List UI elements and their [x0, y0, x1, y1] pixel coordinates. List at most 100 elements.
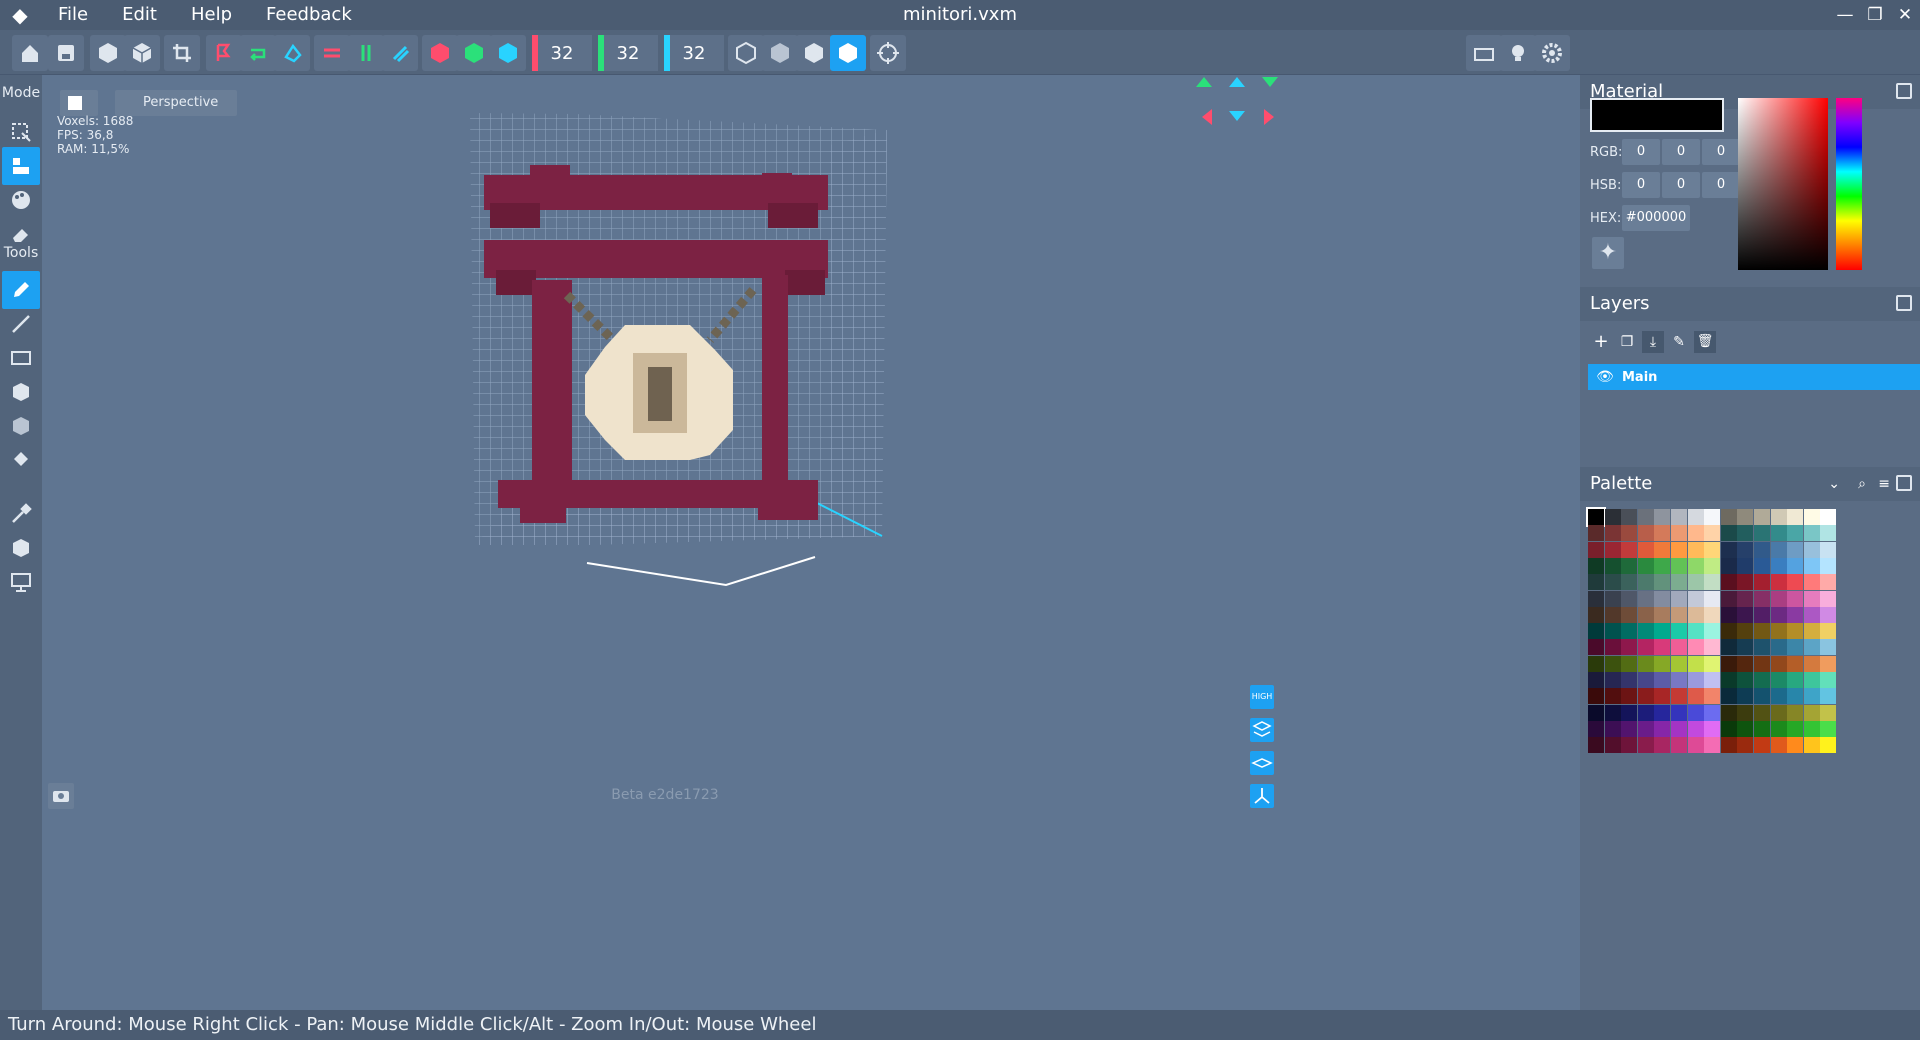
- palette-swatch[interactable]: [1671, 590, 1687, 607]
- palette-swatch[interactable]: [1704, 688, 1721, 705]
- palette-swatch[interactable]: [1704, 623, 1721, 640]
- popout-icon[interactable]: [1896, 295, 1912, 311]
- palette-swatch[interactable]: [1787, 574, 1804, 591]
- export-button[interactable]: [124, 35, 160, 71]
- tool-line-button[interactable]: [2, 305, 40, 343]
- render-solid-button[interactable]: [830, 35, 866, 71]
- axis-y-button[interactable]: [456, 35, 492, 71]
- import-button[interactable]: [90, 35, 126, 71]
- palette-swatch[interactable]: [1770, 590, 1787, 607]
- palette-swatch[interactable]: [1671, 525, 1687, 542]
- palette-swatch[interactable]: [1654, 720, 1671, 737]
- maximize-icon[interactable]: ❐: [1860, 0, 1890, 30]
- palette-swatch[interactable]: [1671, 639, 1687, 656]
- palette-swatch[interactable]: [1604, 672, 1621, 688]
- floor-toggle-button[interactable]: [1250, 751, 1274, 775]
- palette-swatch[interactable]: [1737, 541, 1754, 558]
- palette-swatch[interactable]: [1704, 606, 1721, 623]
- palette-swatch[interactable]: [1787, 623, 1804, 640]
- hue-slider[interactable]: [1836, 98, 1862, 270]
- palette-swatch[interactable]: [1820, 509, 1837, 525]
- close-icon[interactable]: ✕: [1890, 0, 1920, 30]
- palette-swatch[interactable]: [1754, 737, 1770, 754]
- palette-swatch[interactable]: [1687, 574, 1704, 591]
- palette-swatch[interactable]: [1588, 720, 1604, 737]
- settings-button[interactable]: [1534, 35, 1570, 71]
- palette-swatch[interactable]: [1604, 590, 1621, 607]
- palette-swatch[interactable]: [1737, 720, 1754, 737]
- palette-swatch[interactable]: [1820, 639, 1837, 656]
- palette-swatch[interactable]: [1770, 606, 1787, 623]
- palette-swatch[interactable]: [1621, 720, 1638, 737]
- palette-swatch[interactable]: [1720, 606, 1737, 623]
- mirror-button[interactable]: [206, 35, 242, 71]
- palette-swatch[interactable]: [1604, 704, 1621, 721]
- palette-swatch[interactable]: [1820, 720, 1837, 737]
- palette-swatch[interactable]: [1720, 720, 1737, 737]
- palette-swatch[interactable]: [1588, 541, 1604, 558]
- render-wire-button[interactable]: [728, 35, 764, 71]
- palette-swatch[interactable]: [1588, 606, 1604, 623]
- palette-swatch[interactable]: [1770, 704, 1787, 721]
- palette-swatch[interactable]: [1687, 557, 1704, 574]
- palette-swatch[interactable]: [1671, 557, 1687, 574]
- palette-swatch[interactable]: [1737, 704, 1754, 721]
- palette-swatch[interactable]: [1770, 688, 1787, 705]
- palette-swatch[interactable]: [1687, 688, 1704, 705]
- palette-swatch[interactable]: [1820, 655, 1837, 672]
- palette-swatch[interactable]: [1588, 557, 1604, 574]
- menu-edit[interactable]: Edit: [104, 0, 173, 30]
- tool-box-button[interactable]: [2, 373, 40, 411]
- palette-swatch[interactable]: [1621, 704, 1638, 721]
- palette-swatch[interactable]: [1770, 720, 1787, 737]
- palette-swatch[interactable]: [1588, 672, 1604, 688]
- grid-toggle-button[interactable]: [1250, 718, 1274, 742]
- palette-swatch[interactable]: [1588, 639, 1604, 656]
- rgb-g-input[interactable]: 0: [1662, 139, 1700, 165]
- palette-swatch[interactable]: [1654, 737, 1671, 754]
- palette-swatch[interactable]: [1704, 525, 1721, 542]
- palette-swatch[interactable]: [1654, 704, 1671, 721]
- palette-swatch[interactable]: [1770, 509, 1787, 525]
- palette-swatch[interactable]: [1754, 639, 1770, 656]
- palette-swatch[interactable]: [1588, 655, 1604, 672]
- duplicate-layer-icon[interactable]: ❐: [1616, 331, 1638, 353]
- palette-swatch[interactable]: [1604, 720, 1621, 737]
- hsb-s-input[interactable]: 0: [1662, 172, 1700, 198]
- palette-swatch[interactable]: [1787, 688, 1804, 705]
- flip-x-button[interactable]: [314, 35, 350, 71]
- palette-swatch[interactable]: [1737, 525, 1754, 542]
- palette-swatch[interactable]: [1621, 509, 1638, 525]
- palette-swatch[interactable]: [1621, 574, 1638, 591]
- palette-swatch[interactable]: [1637, 688, 1654, 705]
- palette-swatch[interactable]: [1637, 525, 1654, 542]
- palette-swatch[interactable]: [1737, 509, 1754, 525]
- palette-swatch[interactable]: [1754, 655, 1770, 672]
- arrow-up-green-icon[interactable]: [1196, 77, 1212, 87]
- palette-swatch[interactable]: [1604, 606, 1621, 623]
- palette-swatch[interactable]: [1787, 704, 1804, 721]
- palette-swatch[interactable]: [1754, 509, 1770, 525]
- palette-swatch[interactable]: [1770, 557, 1787, 574]
- palette-swatch[interactable]: [1704, 672, 1721, 688]
- palette-swatch[interactable]: [1803, 704, 1820, 721]
- palette-swatch[interactable]: [1737, 606, 1754, 623]
- palette-swatch[interactable]: [1654, 590, 1671, 607]
- palette-swatch[interactable]: [1820, 590, 1837, 607]
- palette-swatch[interactable]: [1770, 541, 1787, 558]
- palette-swatch[interactable]: [1787, 557, 1804, 574]
- palette-swatch[interactable]: [1604, 688, 1621, 705]
- palette-swatch[interactable]: [1637, 590, 1654, 607]
- palette-swatch[interactable]: [1704, 574, 1721, 591]
- saturation-picker[interactable]: [1738, 98, 1828, 270]
- palette-swatch[interactable]: [1654, 525, 1671, 542]
- palette-swatch[interactable]: [1588, 623, 1604, 640]
- palette-swatch[interactable]: [1687, 590, 1704, 607]
- palette-swatch[interactable]: [1704, 590, 1721, 607]
- palette-swatch[interactable]: [1604, 623, 1621, 640]
- palette-swatch[interactable]: [1770, 623, 1787, 640]
- palette-swatch[interactable]: [1803, 590, 1820, 607]
- palette-swatch[interactable]: [1803, 623, 1820, 640]
- palette-swatch[interactable]: [1687, 623, 1704, 640]
- palette-swatch[interactable]: [1687, 655, 1704, 672]
